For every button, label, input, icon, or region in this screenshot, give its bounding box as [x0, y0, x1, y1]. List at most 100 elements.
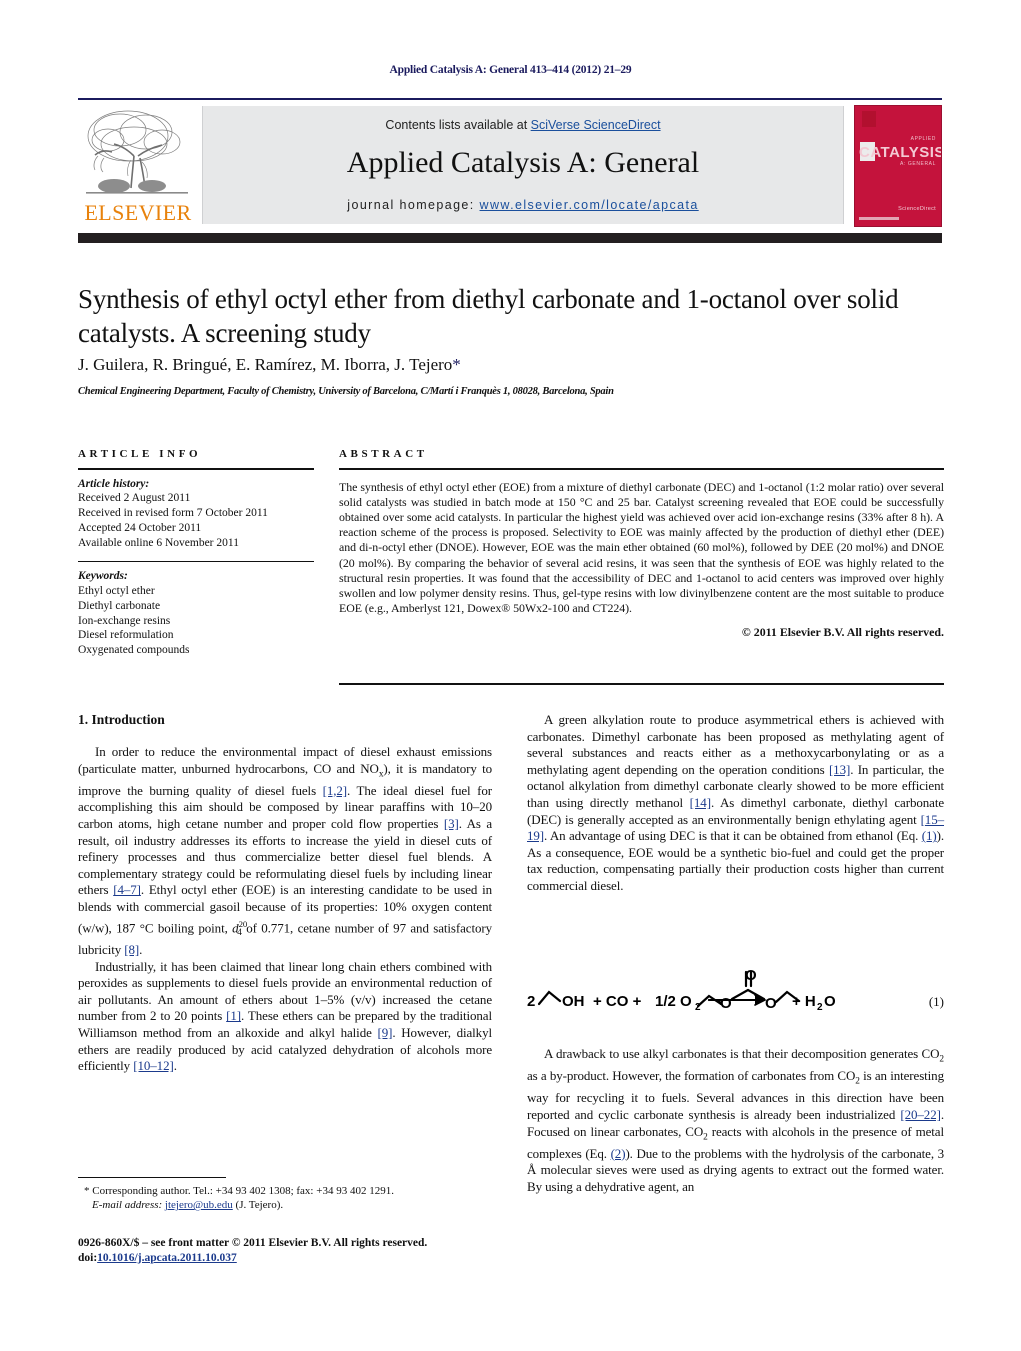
email-note: E-mail address: jtejero@ub.edu (J. Tejer… — [78, 1198, 492, 1212]
masthead-top-rule — [78, 98, 942, 100]
equation-1-number: (1) — [928, 994, 944, 1009]
contents-prefix: Contents lists available at — [385, 118, 531, 132]
doi-link[interactable]: 10.1016/j.apcata.2011.10.037 — [97, 1252, 237, 1264]
citation-link[interactable]: [3] — [444, 816, 459, 831]
footnote-block: * Corresponding author. Tel.: +34 93 402… — [78, 1184, 492, 1212]
article-info-rule — [78, 468, 314, 470]
svg-text:1/2 O: 1/2 O — [655, 993, 692, 1010]
body-column-right-continued: A drawback to use alkyl carbonates is th… — [527, 1046, 944, 1196]
masthead-bottom-bar — [78, 233, 942, 243]
keyword-item: Oxygenated compounds — [78, 644, 190, 657]
equation-1: 2 OH + CO + 1/2 O 2 + H 2 O O O O (1) — [527, 958, 944, 1036]
journal-band: Contents lists available at SciVerse Sci… — [202, 106, 844, 224]
article-info-column: ARTICLE INFO Article history: Received 2… — [78, 448, 314, 658]
equation-1-structure: 2 OH + CO + 1/2 O 2 + H 2 O O O O — [527, 967, 836, 1013]
citation-link[interactable]: [10–12] — [133, 1058, 174, 1073]
email-owner: (J. Tejero). — [232, 1199, 284, 1212]
journal-cover-thumbnail[interactable]: APPLIED CATALYSIS A: GENERAL ScienceDire… — [854, 105, 942, 227]
article-history-block: Article history: Received 2 August 2011 … — [78, 477, 314, 551]
svg-text:O: O — [765, 995, 777, 1012]
author-names: J. Guilera, R. Bringué, E. Ramírez, M. I… — [78, 355, 453, 374]
citation-link[interactable]: [4–7] — [113, 882, 141, 897]
text-run: . — [139, 942, 143, 958]
keyword-item: Ion-exchange resins — [78, 614, 171, 627]
journal-homepage-line: journal homepage: www.elsevier.com/locat… — [203, 198, 843, 212]
elsevier-wordmark: ELSEVIER — [84, 200, 192, 225]
contents-available-line: Contents lists available at SciVerse Sci… — [203, 118, 843, 132]
doi-label: doi: — [78, 1251, 98, 1264]
running-head: Applied Catalysis A: General 413–414 (20… — [389, 64, 632, 76]
paragraph-right-2: A drawback to use alkyl carbonates is th… — [527, 1046, 944, 1196]
elsevier-logo: ELSEVIER — [82, 104, 194, 226]
email-link[interactable]: jtejero@ub.edu — [165, 1199, 233, 1211]
journal-article-page: Applied Catalysis A: General 413–414 (20… — [0, 0, 1021, 1351]
svg-text:O: O — [824, 993, 836, 1010]
abstract-bottom-rule — [339, 683, 944, 685]
paragraph-right-1: A green alkylation route to produce asym… — [527, 712, 944, 895]
homepage-prefix: journal homepage: — [347, 198, 480, 212]
citation-link[interactable]: [1] — [226, 1008, 241, 1023]
elsevier-tree-icon — [84, 106, 190, 200]
page-title: Synthesis of ethyl octyl ether from diet… — [78, 284, 899, 348]
affiliation: Chemical Engineering Department, Faculty… — [78, 386, 614, 397]
keyword-item: Diesel reformulation — [78, 629, 174, 642]
citation-link[interactable]: [8] — [124, 942, 139, 957]
cover-subtitle-text: A: GENERAL — [899, 161, 936, 167]
cover-title-text: CATALYSIS — [859, 144, 942, 161]
svg-text:2: 2 — [817, 1002, 823, 1013]
keywords-rule — [78, 560, 314, 563]
journal-masthead: ELSEVIER Contents lists available at Sci… — [78, 104, 942, 228]
paragraph-left-1: In order to reduce the environmental imp… — [78, 744, 492, 959]
article-history-label: Article history: — [78, 477, 150, 490]
text-run: . An advantage of using DEC is that it c… — [544, 828, 922, 844]
body-column-right: A green alkylation route to produce asym… — [527, 712, 944, 895]
svg-text:2: 2 — [527, 993, 535, 1010]
paragraph-left-2: Industrially, it has been claimed that l… — [78, 959, 492, 1075]
footnote-rule — [78, 1177, 226, 1179]
citation-link[interactable]: [13] — [829, 762, 850, 777]
imprint-block: 0926-860X/$ – see front matter © 2011 El… — [78, 1236, 492, 1265]
cover-footer-bar — [859, 217, 899, 220]
history-item: Available online 6 November 2011 — [78, 536, 239, 549]
article-info-heading: ARTICLE INFO — [78, 448, 202, 460]
cover-kicker-text: APPLIED — [910, 136, 936, 142]
corresponding-author-marker: * — [452, 355, 461, 374]
footnote-contact: Corresponding author. Tel.: +34 93 402 1… — [89, 1185, 394, 1197]
cover-publisher-mark — [862, 111, 876, 127]
keyword-item: Ethyl octyl ether — [78, 584, 155, 597]
text-run: . — [173, 1058, 177, 1074]
abstract-heading: ABSTRACT — [339, 448, 428, 460]
email-label: E-mail address: — [92, 1199, 163, 1212]
citation-link[interactable]: [1,2] — [323, 783, 348, 798]
issn-front-matter: 0926-860X/$ – see front matter © 2011 El… — [78, 1237, 428, 1249]
text-run: A drawback to use alkyl carbonates is th… — [544, 1046, 940, 1061]
journal-homepage-link[interactable]: www.elsevier.com/locate/apcata — [480, 198, 699, 212]
svg-text:+ CO +: + CO + — [593, 993, 642, 1010]
equation-reference-link[interactable]: (1) — [922, 828, 937, 843]
abstract-rule — [339, 468, 944, 470]
abstract-text: The synthesis of ethyl octyl ether (EOE)… — [339, 479, 944, 616]
citation-link[interactable]: [20–22] — [900, 1107, 941, 1122]
history-item: Received 2 August 2011 — [78, 492, 191, 505]
svg-text:OH: OH — [562, 993, 585, 1010]
copyright-line: © 2011 Elsevier B.V. All rights reserved… — [741, 625, 944, 640]
keywords-block: Keywords: Ethyl octyl ether Diethyl carb… — [78, 569, 314, 658]
cover-sciencedirect-text: ScienceDirect — [898, 206, 936, 212]
journal-title: Applied Catalysis A: General — [346, 146, 700, 179]
corresponding-author-note: * Corresponding author. Tel.: +34 93 402… — [78, 1184, 492, 1198]
keywords-label: Keywords: — [78, 570, 128, 583]
abstract-column: ABSTRACT The synthesis of ethyl octyl et… — [339, 448, 944, 640]
sciverse-sciencedirect-link[interactable]: SciVerse ScienceDirect — [531, 118, 661, 132]
history-item: Received in revised form 7 October 2011 — [78, 507, 268, 520]
equation-reference-link[interactable]: (2) — [611, 1146, 626, 1161]
subscript-2: 2 — [939, 1054, 944, 1065]
text-run: as a by-product. However, the formation … — [527, 1068, 856, 1084]
keyword-item: Diethyl carbonate — [78, 599, 161, 612]
history-item: Accepted 24 October 2011 — [78, 521, 202, 534]
citation-link[interactable]: [9] — [378, 1025, 393, 1040]
body-column-left: 1. Introduction In order to reduce the e… — [78, 712, 492, 1075]
section-heading-introduction: 1. Introduction — [78, 712, 165, 727]
citation-link[interactable]: [14] — [690, 795, 711, 810]
svg-text:+ H: + H — [792, 993, 816, 1010]
author-list: J. Guilera, R. Bringué, E. Ramírez, M. I… — [78, 355, 944, 375]
